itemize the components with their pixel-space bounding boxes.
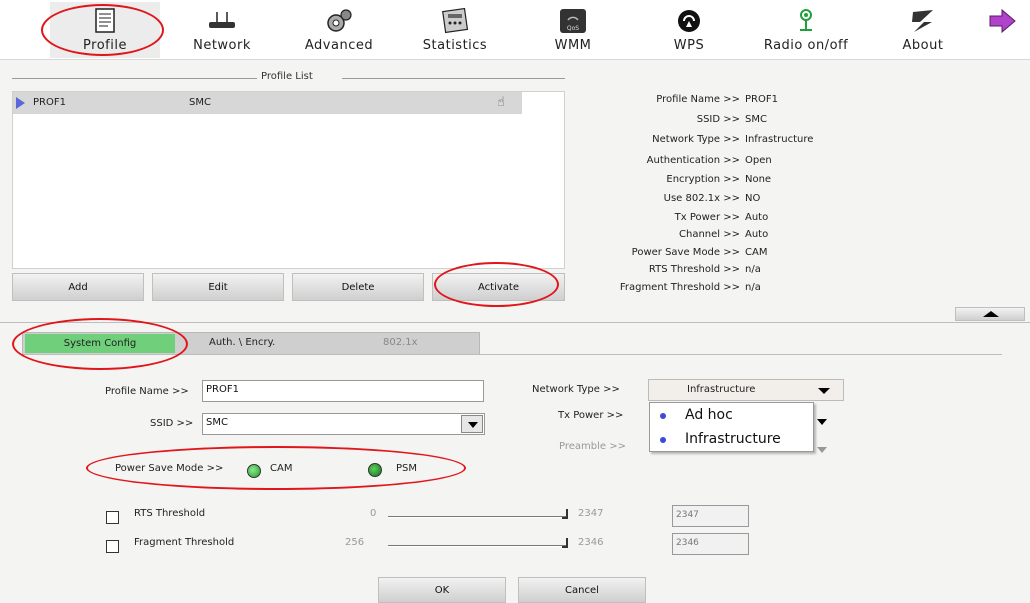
network-icon	[209, 12, 235, 28]
toolbar-label: Advanced	[304, 38, 374, 53]
profile-list-row[interactable]: PROF1 SMC ☝	[13, 92, 522, 114]
wps-icon	[678, 10, 700, 32]
fragment-slider-thumb[interactable]	[562, 538, 568, 548]
tab-auth-encry[interactable]: Auth. \ Encry.	[209, 337, 275, 348]
svg-text:QoS: QoS	[567, 25, 579, 32]
edit-button[interactable]: Edit	[152, 273, 284, 301]
fragment-slider[interactable]	[388, 545, 566, 547]
selected-row-icon	[16, 97, 25, 109]
next-arrow-icon	[989, 8, 1016, 34]
rts-threshold-label: RTS Threshold	[134, 508, 206, 519]
ssid-label: SSID >>	[150, 418, 194, 429]
divider	[22, 354, 1002, 355]
toolbar-advanced-button[interactable]: Advanced	[284, 2, 394, 58]
profile-list[interactable]: PROF1 SMC ☝	[12, 91, 565, 269]
psm-cam-label: CAM	[270, 463, 293, 474]
dropdown-arrow-icon	[818, 388, 830, 394]
dropdown-arrow-icon[interactable]	[815, 405, 829, 455]
collapse-up-icon	[983, 311, 999, 317]
tab-8021x[interactable]: 802.1x	[383, 337, 418, 348]
ssid-value: SMC	[206, 417, 228, 428]
toolbar-statistics-button[interactable]: Statistics	[400, 2, 510, 58]
network-type-label: Network Type >>	[532, 384, 620, 395]
power-save-mode-label: Power Save Mode >>	[115, 463, 224, 474]
active-hand-icon: ☝	[497, 95, 505, 110]
activate-button[interactable]: Activate	[432, 273, 565, 301]
toolbar-profile-button[interactable]: Profile	[50, 2, 160, 58]
dropdown-arrow-icon[interactable]	[461, 415, 483, 433]
psm-psm-radio[interactable]	[368, 463, 382, 477]
toolbar-next-button[interactable]	[982, 2, 1022, 58]
profile-row-ssid: SMC	[189, 97, 211, 108]
delete-button[interactable]: Delete	[292, 273, 424, 301]
network-type-value: Infrastructure	[687, 384, 756, 395]
radio-icon	[800, 9, 812, 31]
network-type-select[interactable]: Infrastructure	[648, 379, 844, 401]
toolbar-about-button[interactable]: About	[868, 2, 978, 58]
network-type-dropdown-list: Ad hoc Infrastructure	[649, 402, 814, 452]
rts-slider[interactable]	[388, 516, 566, 518]
fragment-min-label: 256	[345, 537, 365, 548]
toolbar-network-button[interactable]: Network	[167, 2, 277, 58]
advanced-icon	[327, 9, 352, 32]
about-icon	[912, 10, 933, 32]
info-profile-name: Profile Name >> PROF1	[656, 94, 778, 105]
info-authentication: Authentication >> Open	[646, 155, 772, 166]
wmm-icon: QoS	[560, 9, 586, 33]
rts-slider-thumb[interactable]	[562, 509, 568, 519]
info-encryption: Encryption >> None	[666, 174, 772, 185]
option-ad-hoc[interactable]: Ad hoc	[650, 404, 813, 427]
toolbar-label: Radio on/off	[763, 38, 849, 53]
profile-name-label: Profile Name >>	[105, 386, 189, 397]
toolbar-radio-button[interactable]: Radio on/off	[751, 2, 861, 58]
rts-threshold-checkbox[interactable]	[106, 511, 119, 524]
profile-icon	[95, 8, 115, 33]
profile-list-title: Profile List	[257, 71, 317, 82]
rts-min-label: 0	[370, 508, 377, 519]
ok-button[interactable]: OK	[378, 577, 506, 603]
info-power-save-mode: Power Save Mode >> CAM	[631, 247, 768, 258]
info-rts-threshold: RTS Threshold >> n/a	[648, 264, 761, 275]
ssid-combobox[interactable]: SMC	[202, 413, 485, 435]
fragment-threshold-label: Fragment Threshold	[134, 537, 235, 548]
rts-max-label: 2347	[578, 508, 604, 519]
toolbar-label: WMM	[554, 38, 592, 53]
toolbar-label: Network	[193, 38, 251, 53]
info-tx-power: Tx Power >> Auto	[674, 212, 769, 223]
psm-psm-label: PSM	[396, 463, 418, 474]
info-fragment-threshold: Fragment Threshold >> n/a	[619, 282, 761, 293]
statistics-icon	[442, 8, 469, 34]
toolbar-label: Profile	[83, 38, 127, 53]
divider	[0, 322, 1030, 323]
toolbar-label: WPS	[673, 38, 705, 53]
profile-list-header: Profile List	[12, 70, 565, 86]
add-button[interactable]: Add	[12, 273, 144, 301]
tab-bar: System Config Auth. \ Encry. 802.1x	[22, 332, 480, 355]
fragment-value-input[interactable]: 2346	[672, 533, 749, 555]
profile-name-input[interactable]: PROF1	[202, 380, 484, 402]
toolbar-label: About	[902, 38, 944, 53]
profile-row-name: PROF1	[33, 97, 66, 108]
info-network-type: Network Type >> Infrastructure	[652, 134, 814, 145]
tx-power-label: Tx Power >>	[558, 410, 624, 421]
toolbar: Profile Network Advanced Statistics QoS	[0, 0, 1030, 60]
toolbar-wmm-button[interactable]: QoS WMM	[518, 2, 628, 58]
toolbar-label: Statistics	[422, 38, 488, 53]
info-use-8021x: Use 802.1x >> NO	[663, 193, 761, 204]
bullet-icon	[660, 413, 666, 419]
option-infrastructure[interactable]: Infrastructure	[650, 428, 813, 451]
cancel-button[interactable]: Cancel	[518, 577, 646, 603]
collapse-button[interactable]	[955, 307, 1025, 321]
psm-cam-radio[interactable]	[247, 464, 261, 478]
info-channel: Channel >> Auto	[679, 229, 769, 240]
preamble-label: Preamble >>	[559, 441, 626, 452]
fragment-threshold-checkbox[interactable]	[106, 540, 119, 553]
toolbar-wps-button[interactable]: WPS	[634, 2, 744, 58]
tab-system-config[interactable]: System Config	[25, 334, 175, 353]
fragment-max-label: 2346	[578, 537, 604, 548]
info-ssid: SSID >> SMC	[696, 114, 767, 125]
rts-value-input[interactable]: 2347	[672, 505, 749, 527]
bullet-icon	[660, 437, 666, 443]
